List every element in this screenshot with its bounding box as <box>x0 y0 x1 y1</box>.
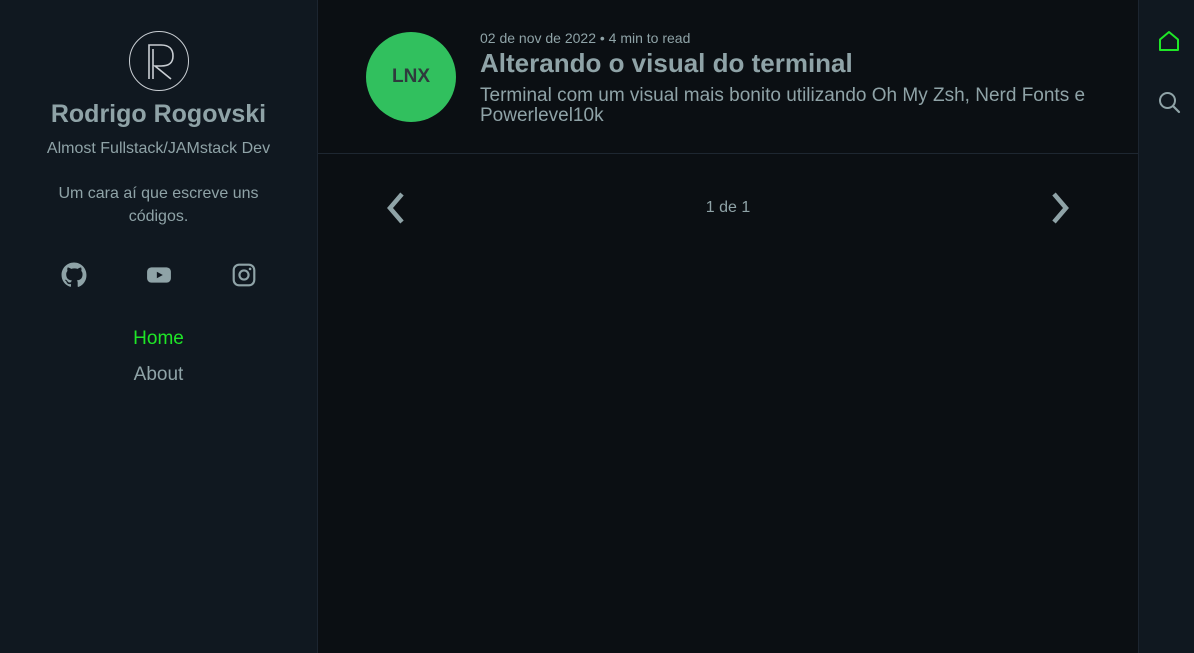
right-toolbar <box>1138 0 1194 653</box>
instagram-link[interactable] <box>231 262 257 288</box>
chevron-right-icon <box>1052 192 1069 224</box>
post-date: 02 de nov de 2022 • 4 min to read <box>480 30 691 46</box>
home-button[interactable] <box>1157 29 1181 53</box>
instagram-icon <box>232 263 255 287</box>
sidebar: Rodrigo Rogovski Almost Fullstack/JAMsta… <box>0 0 318 653</box>
menu-item-home[interactable]: Home <box>133 328 184 350</box>
main-content: LNX 02 de nov de 2022 • 4 min to read Al… <box>318 0 1138 653</box>
search-icon <box>1159 92 1181 114</box>
post-info: 02 de nov de 2022 • 4 min to read Altera… <box>480 30 1100 126</box>
r-logo-icon <box>147 44 174 80</box>
post-tag: LNX <box>366 32 456 122</box>
profile-logo[interactable] <box>128 31 189 91</box>
author-description: Um cara aí que escreve uns códigos. <box>58 185 259 225</box>
youtube-link[interactable] <box>146 262 172 288</box>
pagination: 1 de 1 <box>318 154 1138 264</box>
post-title[interactable]: Alterando o visual do terminal <box>480 48 1100 79</box>
menu-item-about[interactable]: About <box>133 364 184 386</box>
social-links <box>59 262 259 288</box>
author-position: Almost Fullstack/JAMstack Dev <box>46 140 271 157</box>
next-page-button[interactable] <box>1046 190 1074 226</box>
home-icon <box>1159 31 1179 51</box>
github-icon <box>61 262 86 287</box>
author-name: Rodrigo Rogovski <box>50 100 267 128</box>
youtube-icon <box>146 267 171 283</box>
page-count: 1 de 1 <box>705 199 751 216</box>
main-menu: Home About <box>133 328 184 400</box>
post-description: Terminal com um visual mais bonito utili… <box>480 85 1086 126</box>
search-button[interactable] <box>1157 90 1181 114</box>
github-link[interactable] <box>61 262 87 288</box>
post-item[interactable]: LNX 02 de nov de 2022 • 4 min to read Al… <box>318 0 1138 154</box>
